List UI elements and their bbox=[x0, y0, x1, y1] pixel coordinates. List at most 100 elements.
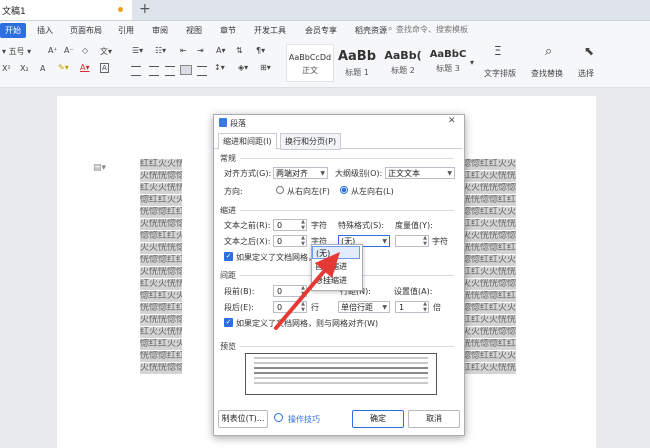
find-replace-button[interactable]: 查找替换 bbox=[531, 68, 563, 79]
tab-docer[interactable]: 稻壳资源 bbox=[355, 25, 387, 36]
dialog-title-bar[interactable] bbox=[214, 115, 462, 132]
text-line: 火火恍恍惚惚 bbox=[462, 231, 516, 242]
sort-icon[interactable]: ⇅ bbox=[236, 46, 243, 55]
line-spacing-icon[interactable]: ↕▾ bbox=[214, 63, 225, 72]
measure-unit[interactable]: 字符 bbox=[432, 236, 448, 247]
indent-grid-checkbox[interactable]: ✓ bbox=[224, 252, 233, 261]
unsaved-dot-icon bbox=[118, 7, 123, 12]
justify-icon[interactable] bbox=[180, 65, 192, 75]
new-tab-button[interactable]: + bbox=[139, 1, 151, 17]
tab-start[interactable]: 开始 bbox=[0, 23, 26, 38]
dropdown-option-first-line[interactable]: 首行缩进 bbox=[312, 260, 360, 273]
char-border-icon[interactable]: A bbox=[100, 63, 109, 73]
close-icon[interactable]: ✕ bbox=[448, 116, 456, 126]
pinyin-icon[interactable]: 文▾ bbox=[100, 46, 112, 57]
select-button[interactable]: 选择 bbox=[578, 68, 594, 79]
tab-developer[interactable]: 开发工具 bbox=[254, 25, 286, 36]
subscript-icon[interactable]: X₂ bbox=[20, 64, 29, 73]
highlight-icon[interactable]: ✎▾ bbox=[58, 63, 69, 72]
spinner-arrows-icon[interactable]: ▲ ▼ bbox=[301, 285, 305, 297]
indent-after-spinner[interactable]: 0 ▲ ▼ bbox=[273, 235, 307, 247]
text-line: 火恍恍惚惚红红火火恍恍 bbox=[140, 363, 182, 374]
superscript-icon[interactable]: X² bbox=[2, 64, 11, 73]
tab-references[interactable]: 引用 bbox=[118, 25, 134, 36]
style-normal[interactable]: AaBbCcDd 正文 bbox=[286, 44, 334, 82]
style-gallery-more-icon[interactable]: ▾ bbox=[470, 58, 474, 67]
tab-view[interactable]: 视图 bbox=[186, 25, 202, 36]
spinner-arrows-icon[interactable]: ▲ ▼ bbox=[423, 301, 427, 313]
text-line: 红火火恍恍惚惚红红火火 bbox=[140, 327, 182, 338]
indent-before-unit[interactable]: 字符 bbox=[311, 220, 327, 231]
divider bbox=[240, 346, 454, 347]
style-heading-2[interactable]: AaBb(标题 2 bbox=[379, 44, 427, 82]
spinner-arrows-icon[interactable]: ▲ ▼ bbox=[301, 301, 305, 313]
indent-before-spinner[interactable]: 0 ▲ ▼ bbox=[273, 219, 307, 231]
tips-link[interactable]: 操作技巧 bbox=[288, 414, 320, 425]
text-line: 火恍恍惚惚红红火火恍恍 bbox=[140, 315, 182, 326]
outline-select[interactable]: 正文文本 ▼ bbox=[385, 167, 455, 179]
tab-review[interactable]: 审阅 bbox=[152, 25, 168, 36]
number-list-icon[interactable]: ☷▾ bbox=[155, 46, 166, 55]
set-value-label: 设置值(A): bbox=[394, 287, 433, 296]
divider bbox=[240, 210, 454, 211]
borders-icon[interactable]: ⊞▾ bbox=[260, 63, 271, 72]
clear-format-icon[interactable]: ◇ bbox=[82, 46, 88, 55]
tab-page-layout[interactable]: 页面布局 bbox=[70, 25, 102, 36]
measure-spinner[interactable]: ▲ ▼ bbox=[395, 235, 429, 247]
cancel-button[interactable]: 取消 bbox=[408, 410, 460, 428]
font-color-icon[interactable]: A▾ bbox=[80, 63, 90, 72]
style-sample: AaBb bbox=[337, 49, 377, 64]
style-heading-1[interactable]: AaBb 标题 1 bbox=[333, 44, 381, 82]
app-icon bbox=[219, 118, 227, 127]
text-layout-button[interactable]: 文字排版 bbox=[484, 68, 516, 79]
chinese-layout-icon[interactable]: A▾ bbox=[216, 46, 226, 55]
tab-stops-button[interactable]: 制表位(T)... bbox=[218, 410, 268, 428]
text-line: 恍恍惚惚红红 bbox=[462, 195, 516, 206]
align-right-icon[interactable] bbox=[165, 66, 175, 76]
command-search[interactable]: 查找命令、搜索模板 bbox=[396, 24, 468, 35]
rtl-radio[interactable] bbox=[276, 186, 284, 194]
line-spacing-select[interactable]: 单倍行距 ▼ bbox=[338, 301, 390, 313]
dropdown-option-hanging[interactable]: 悬挂缩进 bbox=[312, 274, 360, 287]
grow-font-icon[interactable]: A⁺ bbox=[48, 46, 58, 55]
dropdown-option-none[interactable]: (无) bbox=[312, 246, 360, 259]
text-line: 红红火火恍恍 bbox=[462, 171, 516, 182]
spinner-arrows-icon[interactable]: ▲ ▼ bbox=[423, 235, 427, 247]
distribute-icon[interactable] bbox=[197, 66, 207, 76]
spinner-arrows-icon[interactable]: ▲ ▼ bbox=[301, 235, 305, 247]
text-line: 火火恍恍惚惚 bbox=[462, 327, 516, 338]
tab-member[interactable]: 会员专享 bbox=[305, 25, 337, 36]
document-tab[interactable]: 文稿1 bbox=[0, 0, 132, 20]
align-left-icon[interactable] bbox=[131, 66, 141, 76]
style-heading-3[interactable]: AaBbC 标题 3 bbox=[424, 44, 472, 82]
tab-insert[interactable]: 插入 bbox=[37, 25, 53, 36]
font-effect-icon[interactable]: A bbox=[40, 64, 45, 73]
bullet-list-icon[interactable]: ☰▾ bbox=[132, 46, 143, 55]
paragraph-handle-icon[interactable]: ▤▾ bbox=[93, 163, 106, 173]
measure-label: 度量值(Y): bbox=[395, 221, 433, 230]
spacing-after-spinner[interactable]: 0 ▲ ▼ bbox=[273, 301, 307, 313]
dialog-title: 段落 bbox=[230, 119, 246, 128]
spacing-grid-checkbox[interactable]: ✓ bbox=[224, 318, 233, 327]
spacing-before-spinner[interactable]: 0 ▲ ▼ bbox=[273, 285, 307, 297]
tab-section[interactable]: 章节 bbox=[220, 25, 236, 36]
align-select[interactable]: 两端对齐 ▼ bbox=[273, 167, 328, 179]
style-name: 正文 bbox=[302, 66, 318, 75]
spinner-arrows-icon[interactable]: ▲ ▼ bbox=[301, 219, 305, 231]
text-line: 红红火火恍恍 bbox=[462, 219, 516, 230]
shading-icon[interactable]: ◈▾ bbox=[238, 63, 248, 72]
align-center-icon[interactable] bbox=[149, 66, 159, 76]
spacing-after-unit[interactable]: 行 bbox=[311, 302, 319, 313]
ok-button[interactable]: 确定 bbox=[352, 410, 404, 428]
set-value-spinner[interactable]: 1 ▲ ▼ bbox=[395, 301, 429, 313]
show-marks-icon[interactable]: ¶▾ bbox=[256, 46, 265, 55]
font-size-select[interactable]: ▾ 五号 ▾ bbox=[2, 46, 31, 57]
outdent-icon[interactable]: ⇤ bbox=[180, 46, 187, 55]
tab-indent-spacing[interactable]: 缩进和间距(I) bbox=[218, 133, 277, 150]
indent-icon[interactable]: ⇥ bbox=[197, 46, 204, 55]
outline-label: 大纲级别(O): bbox=[335, 169, 383, 178]
tab-line-page-breaks[interactable]: 换行和分页(P) bbox=[280, 133, 342, 150]
preview-line bbox=[254, 377, 428, 379]
shrink-font-icon[interactable]: A⁻ bbox=[64, 46, 74, 55]
ltr-radio[interactable] bbox=[340, 186, 348, 194]
